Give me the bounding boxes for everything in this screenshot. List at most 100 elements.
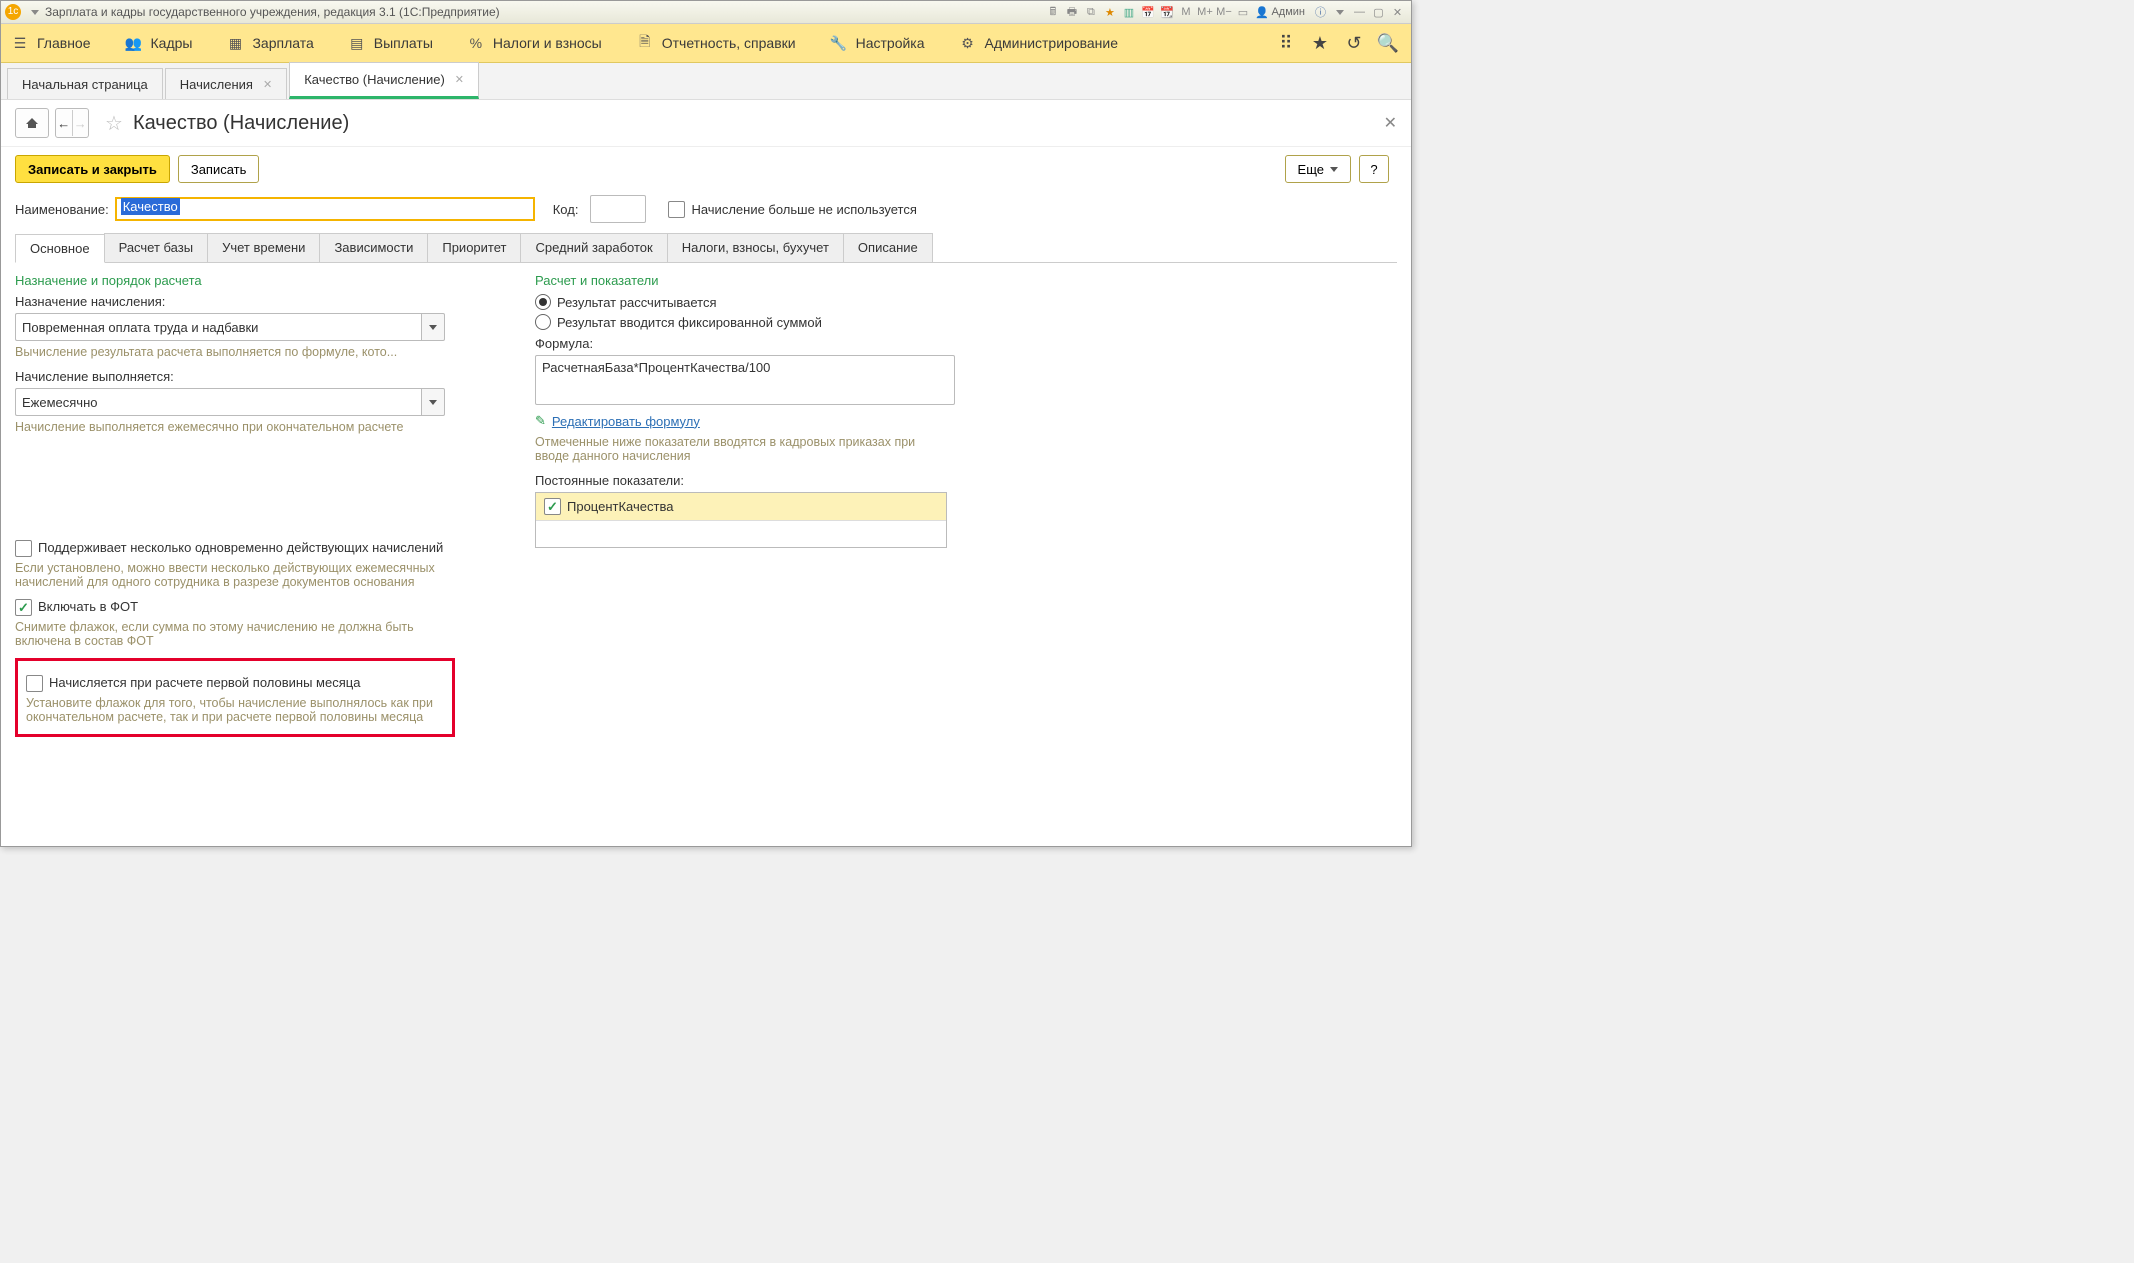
menu-main[interactable]: ☰ Главное (11, 34, 91, 52)
menu-settings[interactable]: 🔧 Настройка (830, 34, 925, 52)
more-button[interactable]: Еще (1285, 155, 1351, 183)
close-window-icon[interactable]: ✕ (1389, 4, 1406, 20)
pencil-icon: ✎ (535, 413, 546, 429)
subtab-osnovnoe[interactable]: Основное (15, 234, 105, 263)
menu-main-label: Главное (37, 35, 91, 51)
radio-result-calc[interactable]: Результат рассчитывается (535, 294, 965, 310)
help-button[interactable]: ? (1359, 155, 1389, 183)
tab-home-label: Начальная страница (22, 77, 148, 92)
subtab-uchet-vremeni[interactable]: Учет времени (207, 233, 320, 262)
book-icon[interactable]: ▥ (1120, 4, 1137, 20)
purpose-label: Назначение начисления: (15, 294, 525, 309)
subtab-prioritet[interactable]: Приоритет (427, 233, 521, 262)
section-purpose-title: Назначение и порядок расчета (15, 273, 525, 288)
edit-formula-link[interactable]: ✎ Редактировать формулу (535, 413, 965, 429)
exec-dropdown-button[interactable] (421, 388, 445, 416)
main-menu: ☰ Главное 👥 Кадры ▦ Зарплата ▤ Выплаты %… (1, 24, 1411, 63)
calc-icon[interactable]: 🖩 (1044, 4, 1061, 20)
firsthalf-highlighted-frame: Начисляется при расчете первой половины … (15, 658, 455, 737)
firsthalf-checkbox[interactable]: Начисляется при расчете первой половины … (26, 675, 444, 692)
purpose-combo[interactable]: Повременная оплата труда и надбавки (15, 313, 445, 341)
menu-kadry-label: Кадры (151, 35, 193, 51)
menu-reports-label: Отчетность, справки (662, 35, 796, 51)
purpose-dropdown-button[interactable] (421, 313, 445, 341)
mminus-icon[interactable]: M− (1215, 4, 1232, 20)
formula-textarea[interactable]: РасчетнаяБаза*ПроцентКачества/100 (535, 355, 955, 405)
close-page-icon[interactable]: ✕ (1384, 113, 1397, 133)
home-icon (25, 116, 39, 130)
indicators-list: ПроцентКачества (535, 492, 947, 548)
menu-kadry[interactable]: 👥 Кадры (125, 34, 193, 52)
mplus-icon[interactable]: M+ (1196, 4, 1213, 20)
checkbox-icon (26, 675, 43, 692)
tab-close-icon[interactable]: ✕ (455, 73, 464, 86)
indicators-label: Постоянные показатели: (535, 473, 965, 488)
not-used-checkbox[interactable]: Начисление больше не используется (668, 201, 916, 218)
exec-value: Ежемесячно (15, 388, 421, 416)
code-input[interactable] (590, 195, 646, 223)
menu-vyplaty[interactable]: ▤ Выплаты (348, 34, 433, 52)
menu-nalogi[interactable]: % Налоги и взносы (467, 34, 602, 52)
favorite-star-icon[interactable]: ☆ (105, 111, 123, 136)
user-label[interactable]: Админ (1271, 6, 1305, 18)
wallet-icon: ▤ (348, 34, 366, 52)
calendar1-icon[interactable]: 📅 (1139, 4, 1156, 20)
fot-checkbox[interactable]: Включать в ФОТ (15, 599, 525, 616)
radio-result-fixed[interactable]: Результат вводится фиксированной суммой (535, 314, 965, 330)
form-subtabs: Основное Расчет базы Учет времени Зависи… (15, 233, 1397, 263)
m-icon[interactable]: M (1177, 4, 1194, 20)
star-titlebar-icon[interactable]: ★ (1101, 4, 1118, 20)
panel-icon[interactable]: ▭ (1234, 4, 1251, 20)
info-icon[interactable]: ⓘ (1312, 4, 1329, 20)
subtab-raschet-bazy[interactable]: Расчет базы (104, 233, 209, 262)
indicator-row[interactable]: ПроцентКачества (536, 493, 946, 521)
search-icon[interactable]: 🔍 (1375, 30, 1401, 56)
menu-zarplata[interactable]: ▦ Зарплата (226, 34, 313, 52)
nav-forward-button[interactable]: → (72, 110, 89, 136)
form-body: Назначение и порядок расчета Назначение … (1, 263, 1411, 747)
exec-combo[interactable]: Ежемесячно (15, 388, 445, 416)
info-dropdown-icon[interactable] (1336, 10, 1344, 15)
subtab-nalogi[interactable]: Налоги, взносы, бухучет (667, 233, 844, 262)
multi-checkbox[interactable]: Поддерживает несколько одновременно дейс… (15, 540, 525, 557)
minimize-icon[interactable]: — (1351, 4, 1368, 20)
tab-kachestvo-label: Качество (Начисление) (304, 72, 445, 87)
page-title: Качество (Начисление) (133, 112, 349, 135)
people-icon: 👥 (125, 34, 143, 52)
compare-icon[interactable]: ⧉ (1082, 4, 1099, 20)
print-icon[interactable]: 🖶 (1063, 4, 1080, 20)
history-icon[interactable]: ↺ (1341, 30, 1367, 56)
table-icon: ▦ (226, 34, 244, 52)
multi-hint: Если установлено, можно ввести несколько… (15, 561, 455, 589)
subtab-sredniy[interactable]: Средний заработок (520, 233, 667, 262)
fot-label: Включать в ФОТ (38, 599, 138, 614)
tab-kachestvo[interactable]: Качество (Начисление) ✕ (289, 62, 479, 99)
name-value-selected: Качество (121, 198, 180, 215)
edit-formula-link-text[interactable]: Редактировать формулу (552, 414, 700, 429)
calendar2-icon[interactable]: 📆 (1158, 4, 1175, 20)
menu-admin[interactable]: ⚙ Администрирование (959, 34, 1119, 52)
nav-back-button[interactable]: ← (56, 110, 72, 136)
write-close-button[interactable]: Записать и закрыть (15, 155, 170, 183)
subtab-zavisimosti[interactable]: Зависимости (319, 233, 428, 262)
indicator-empty-row (536, 521, 946, 547)
name-input[interactable]: Качество (115, 197, 535, 221)
titlebar-dropdown-icon[interactable] (31, 10, 39, 15)
radio-calc-label: Результат рассчитывается (557, 295, 717, 310)
menu-reports[interactable]: 🗎 Отчетность, справки (636, 34, 796, 52)
apps-grid-icon[interactable]: ⠿ (1273, 30, 1299, 56)
maximize-icon[interactable]: ▢ (1370, 4, 1387, 20)
menu-vyplaty-label: Выплаты (374, 35, 433, 51)
favorites-star-icon[interactable]: ★ (1307, 30, 1333, 56)
window-tabs: Начальная страница Начисления ✕ Качество… (1, 63, 1411, 100)
tab-nachisleniya[interactable]: Начисления ✕ (165, 68, 287, 99)
formula-label: Формула: (535, 336, 965, 351)
write-button[interactable]: Записать (178, 155, 260, 183)
radio-selected-icon (535, 294, 551, 310)
tab-close-icon[interactable]: ✕ (263, 78, 272, 91)
user-icon[interactable]: 👤 (1253, 4, 1270, 20)
nav-home-button[interactable] (15, 108, 49, 138)
subtab-opisanie[interactable]: Описание (843, 233, 933, 262)
menu-admin-label: Администрирование (985, 35, 1119, 51)
tab-home[interactable]: Начальная страница (7, 68, 163, 99)
